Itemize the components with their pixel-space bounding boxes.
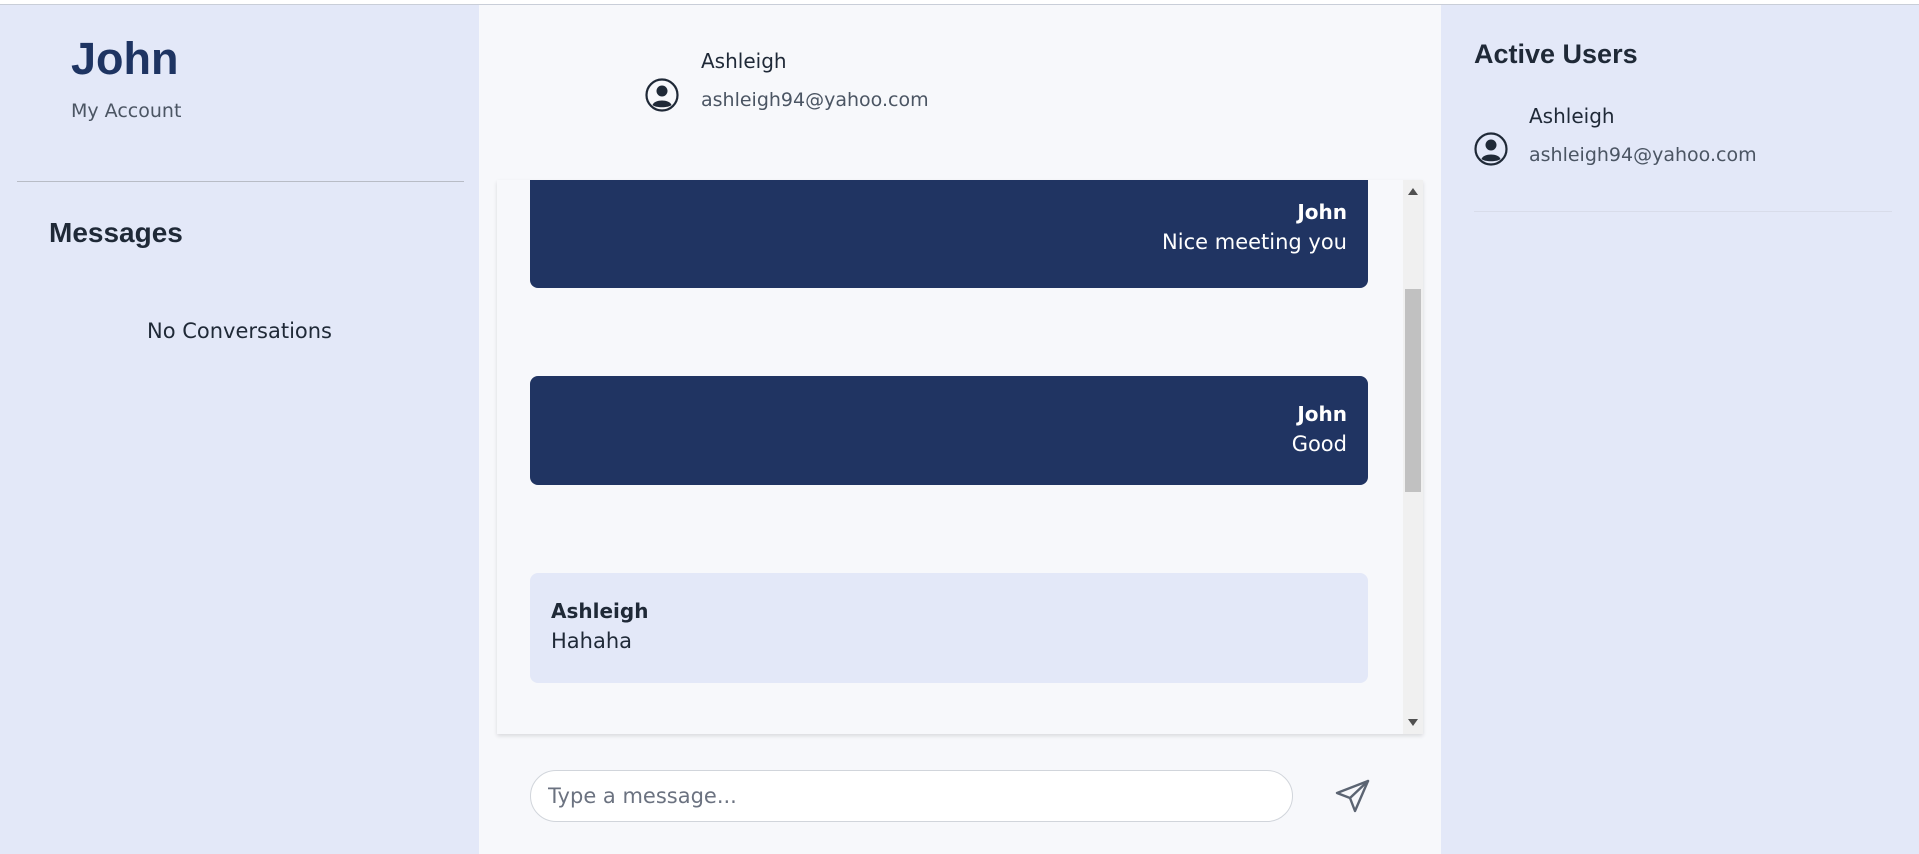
message-bubble: John Nice meeting you	[530, 180, 1368, 288]
message-text: Hahaha	[551, 629, 633, 653]
scrollbar-thumb[interactable]	[1405, 289, 1421, 492]
message-bubble: John Good	[530, 376, 1368, 485]
message-bubble: Ashleigh Hahaha	[530, 573, 1368, 683]
scroll-down-arrow-icon[interactable]	[1408, 719, 1418, 726]
message-input[interactable]	[530, 770, 1293, 822]
active-user-email: ashleigh94@yahoo.com	[1529, 144, 1757, 166]
message-sender: Ashleigh	[551, 599, 649, 623]
scroll-up-arrow-icon[interactable]	[1408, 188, 1418, 195]
active-user-name: Ashleigh	[1529, 104, 1615, 128]
account-name: John	[71, 33, 179, 84]
active-user-item[interactable]: Ashleigh ashleigh94@yahoo.com	[1474, 100, 1892, 212]
message-list[interactable]: John Nice meeting you John Good Ashleigh…	[497, 180, 1423, 734]
message-text: Nice meeting you	[1162, 230, 1347, 254]
chat-contact-email: ashleigh94@yahoo.com	[701, 89, 929, 111]
messages-title: Messages	[49, 217, 183, 248]
no-conversations-text: No Conversations	[146, 319, 332, 343]
sidebar-divider	[17, 181, 464, 182]
active-users-title: Active Users	[1474, 39, 1638, 69]
user-circle-icon	[1474, 132, 1508, 166]
send-button[interactable]	[1331, 775, 1375, 819]
left-sidebar	[0, 5, 479, 854]
message-list-scrollbar[interactable]	[1403, 180, 1423, 734]
my-account-link[interactable]: My Account	[71, 100, 181, 122]
message-sender: John	[1297, 200, 1347, 224]
message-text: Good	[1291, 432, 1347, 456]
chat-contact-name: Ashleigh	[701, 49, 787, 73]
user-circle-icon	[645, 78, 679, 112]
message-sender: John	[1297, 402, 1347, 426]
send-icon	[1335, 779, 1370, 812]
